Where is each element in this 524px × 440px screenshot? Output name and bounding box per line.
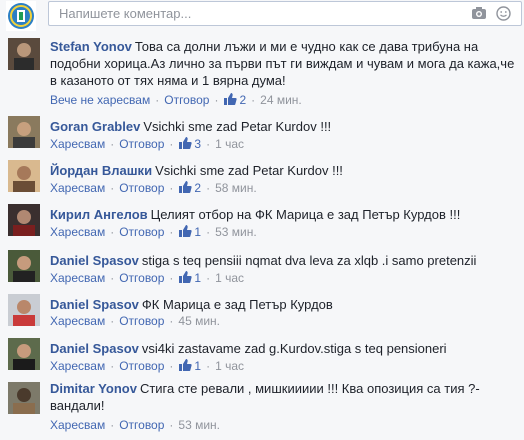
comment-timestamp[interactable]: 1 час <box>215 359 244 373</box>
comment-body: Dimitar Yonov Стига сте ревали , мишкииии… <box>50 380 518 414</box>
thumbs-up-icon <box>178 180 193 197</box>
comment-timestamp[interactable]: 53 мин. <box>215 225 257 239</box>
comment-item: Кирил Ангелов Целият отбор на ФК Марица е… <box>0 200 524 242</box>
comment-actions: Харесвам · Отговор · 53 мин. <box>50 418 221 432</box>
comment-author[interactable]: Stefan Yonov <box>50 39 132 54</box>
like-count[interactable]: 2 <box>178 181 201 195</box>
avatar[interactable] <box>8 338 40 370</box>
comment-body: Кирил Ангелов Целият отбор на ФК Марица е… <box>50 206 518 223</box>
thumbs-up-icon <box>178 358 193 375</box>
comment-actions: Харесвам · Отговор · 1 · 1 час <box>50 359 245 373</box>
comment-text: stiga s teq pensiii nqmat dva leva za xl… <box>141 253 477 268</box>
reply-button[interactable]: Отговор <box>164 93 209 107</box>
comment-timestamp[interactable]: 24 мин. <box>260 93 302 107</box>
like-button[interactable]: Харесвам <box>50 418 105 432</box>
emoji-icon[interactable] <box>496 6 511 26</box>
comment-body: Daniel Spasov stiga s teq pensiii nqmat d… <box>50 252 518 269</box>
comment-actions: Харесвам · Отговор · 45 мин. <box>50 314 221 328</box>
comment-item: Daniel Spasov stiga s teq pensiii nqmat d… <box>0 246 524 286</box>
comment-timestamp[interactable]: 53 мин. <box>178 418 220 432</box>
camera-icon[interactable] <box>471 6 487 25</box>
thumbs-up-icon <box>178 270 193 287</box>
like-button[interactable]: Харесвам <box>50 225 105 239</box>
like-button[interactable]: Харесвам <box>50 359 105 373</box>
comment-input[interactable]: Напишете коментар... <box>48 1 522 26</box>
comment-text: Vsichki sme zad Petar Kurdov !!! <box>143 119 332 134</box>
reply-button[interactable]: Отговор <box>119 418 164 432</box>
comment-body: Daniel Spasov ФК Марица е зад Петър Курдо… <box>50 296 518 313</box>
avatar[interactable] <box>8 294 40 326</box>
comment-author[interactable]: Кирил Ангелов <box>50 207 148 222</box>
avatar[interactable] <box>8 116 40 148</box>
like-button[interactable]: Харесвам <box>50 181 105 195</box>
comment-item: Stefan Yonov Това са долни лъжи и ми е чу… <box>0 34 524 108</box>
avatar[interactable] <box>8 204 40 236</box>
like-count[interactable]: 1 <box>178 271 201 285</box>
comment-body: Daniel Spasov vsi4ki zastavame zad g.Kurd… <box>50 340 518 357</box>
comment-text: Vsichki sme zad Petar Kurdov !!! <box>155 163 343 178</box>
avatar[interactable] <box>8 160 40 192</box>
comment-item: Dimitar Yonov Стига сте ревали , мишкииии… <box>0 378 524 438</box>
thumbs-up-icon <box>223 92 238 109</box>
thumbs-up-icon <box>178 224 193 241</box>
comment-author[interactable]: Daniel Spasov <box>50 341 139 356</box>
comment-author[interactable]: Daniel Spasov <box>50 253 139 268</box>
comment-author[interactable]: Dimitar Yonov <box>50 381 137 396</box>
comment-text: vsi4ki zastavame zad g.Kurdov.stiga s te… <box>141 341 447 356</box>
reply-button[interactable]: Отговор <box>119 359 164 373</box>
like-button[interactable]: Вече не харесвам <box>50 93 150 107</box>
reply-button[interactable]: Отговор <box>119 271 164 285</box>
comment-composer: Напишете коментар... <box>0 0 524 32</box>
reply-button[interactable]: Отговор <box>119 314 164 328</box>
comment-body: Йордан Влашки Vsichki sme zad Petar Kurdo… <box>50 162 518 179</box>
comment-item: Daniel Spasov vsi4ki zastavame zad g.Kurd… <box>0 334 524 374</box>
comment-timestamp[interactable]: 58 мин. <box>215 181 257 195</box>
comment-author[interactable]: Daniel Spasov <box>50 297 139 312</box>
comment-body: Goran Grablev Vsichki sme zad Petar Kurdo… <box>50 118 518 135</box>
avatar[interactable] <box>8 38 40 70</box>
comment-item: Goran Grablev Vsichki sme zad Petar Kurdo… <box>0 112 524 152</box>
comment-input-placeholder: Напишете коментар... <box>59 6 192 21</box>
comment-actions: Харесвам · Отговор · 2 · 58 мин. <box>50 181 257 195</box>
comment-actions: Харесвам · Отговор · 3 · 1 час <box>50 137 245 151</box>
comment-body: Stefan Yonov Това са долни лъжи и ми е чу… <box>50 38 518 89</box>
comment-item: Йордан Влашки Vsichki sme zad Petar Kurdo… <box>0 156 524 196</box>
reply-button[interactable]: Отговор <box>119 137 164 151</box>
page-logo <box>6 1 36 31</box>
like-button[interactable]: Харесвам <box>50 137 105 151</box>
like-button[interactable]: Харесвам <box>50 271 105 285</box>
like-button[interactable]: Харесвам <box>50 314 105 328</box>
comment-text: Целият отбор на ФК Марица е зад Петър Ку… <box>150 207 461 222</box>
comment-timestamp[interactable]: 45 мин. <box>178 314 220 328</box>
thumbs-up-icon <box>178 136 193 153</box>
like-count[interactable]: 1 <box>178 225 201 239</box>
comment-timestamp[interactable]: 1 час <box>215 137 244 151</box>
comment-text: ФК Марица е зад Петър Курдов <box>141 297 333 312</box>
avatar[interactable] <box>8 382 40 414</box>
avatar[interactable] <box>8 250 40 282</box>
reply-button[interactable]: Отговор <box>119 181 164 195</box>
comment-author[interactable]: Йордан Влашки <box>50 163 152 178</box>
comment-timestamp[interactable]: 1 час <box>215 271 244 285</box>
like-count[interactable]: 2 <box>223 93 246 107</box>
reply-button[interactable]: Отговор <box>119 225 164 239</box>
comment-actions: Харесвам · Отговор · 1 · 1 час <box>50 271 245 285</box>
like-count[interactable]: 1 <box>178 359 201 373</box>
like-count[interactable]: 3 <box>178 137 201 151</box>
comment-actions: Вече не харесвам · Отговор · 2 · 24 мин. <box>50 93 302 107</box>
comment-item: Daniel Spasov ФК Марица е зад Петър Курдо… <box>0 290 524 330</box>
comment-author[interactable]: Goran Grablev <box>50 119 140 134</box>
comment-actions: Харесвам · Отговор · 1 · 53 мин. <box>50 225 257 239</box>
